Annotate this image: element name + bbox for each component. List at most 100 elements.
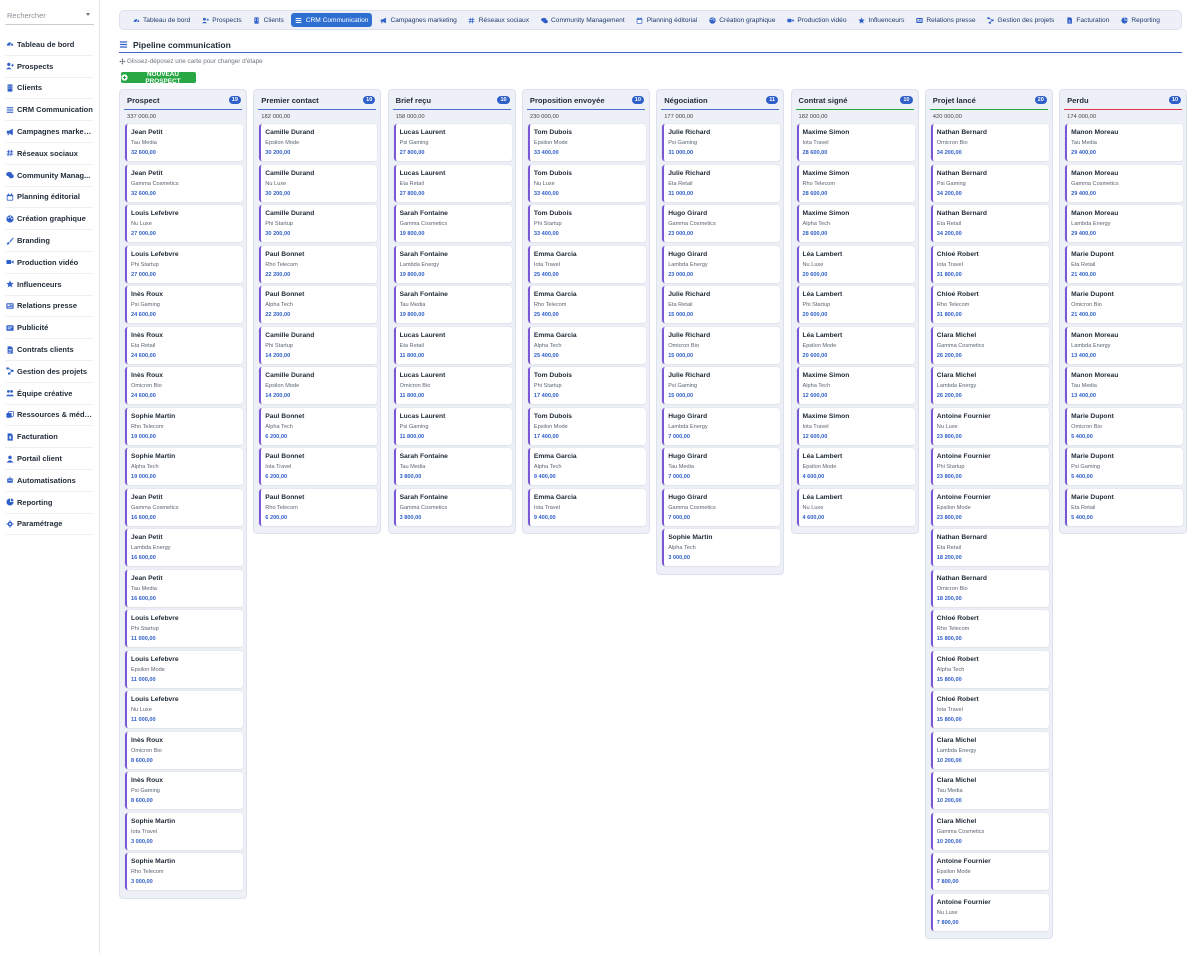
- prospect-card[interactable]: Jean Petit Tau Media 32 600,00: [125, 124, 243, 161]
- prospect-card[interactable]: Hugo Girard Gamma Cosmetics 23 000,00: [662, 205, 781, 242]
- prospect-card[interactable]: Manon Moreau Tau Media 29 400,00: [1065, 124, 1184, 161]
- tab-relations-presse[interactable]: Relations presse: [911, 13, 979, 27]
- prospect-card[interactable]: Clara Michel Lambda Energy 26 200,00: [930, 367, 1049, 404]
- sidebar-item-planning-editorial[interactable]: Planning éditorial: [5, 187, 93, 209]
- prospect-card[interactable]: Manon Moreau Gamma Cosmetics 29 400,00: [1065, 164, 1184, 202]
- prospect-card[interactable]: Camille Durand Epsilon Mode 14 200,00: [259, 367, 378, 404]
- prospect-card[interactable]: Marie Dupont Omicron Bio 21 400,00: [1065, 286, 1184, 323]
- prospect-card[interactable]: Antoine Fournier Epsilon Mode 23 800,00: [930, 488, 1049, 526]
- sidebar-item-reseaux-sociaux[interactable]: Réseaux sociaux: [5, 143, 93, 165]
- prospect-card[interactable]: Julie Richard Psi Gaming 31 000,00: [662, 124, 781, 161]
- prospect-card[interactable]: Léa Lambert Nu Luxe 20 600,00: [796, 245, 915, 283]
- sidebar-item-crm-communication[interactable]: CRM Communication: [5, 99, 93, 122]
- sidebar-item-reporting[interactable]: Reporting: [5, 492, 93, 514]
- sidebar-item-gestion-des-projets[interactable]: Gestion des projets: [5, 361, 93, 383]
- prospect-card[interactable]: Nathan Bernard Psi Gaming 34 200,00: [930, 164, 1049, 202]
- prospect-card[interactable]: Maxime Simon Iota Travel 28 600,00: [796, 124, 915, 161]
- prospect-card[interactable]: Tom Dubois Phi Startup 33 400,00: [527, 205, 646, 242]
- prospect-card[interactable]: Manon Moreau Lambda Energy 13 400,00: [1065, 326, 1184, 364]
- sidebar-item-production-video[interactable]: Production vidéo: [5, 252, 93, 274]
- prospect-card[interactable]: Sarah Fontaine Lambda Energy 19 800,00: [393, 245, 512, 283]
- sidebar-item-influenceurs[interactable]: Influenceurs: [5, 274, 93, 296]
- sidebar-item-portail-client[interactable]: Portail client: [5, 448, 93, 470]
- tab-influenceurs[interactable]: Influenceurs: [854, 13, 909, 27]
- prospect-card[interactable]: Sarah Fontaine Gamma Cosmetics 19 800,00: [393, 205, 512, 242]
- sidebar-item-publicite[interactable]: Publicité: [5, 317, 93, 340]
- prospect-card[interactable]: Emma Garcia Alpha Tech 9 400,00: [527, 448, 646, 485]
- prospect-card[interactable]: Louis Lefebvre Nu Luxe 11 000,00: [125, 691, 243, 728]
- prospect-card[interactable]: Marie Dupont Eta Retail 5 400,00: [1065, 488, 1184, 526]
- sidebar-item-prospects[interactable]: Prospects: [5, 56, 93, 78]
- prospect-card[interactable]: Marie Dupont Psi Gaming 5 400,00: [1065, 448, 1184, 485]
- prospect-card[interactable]: Léa Lambert Epsilon Mode 4 600,00: [796, 448, 915, 485]
- new-prospect-button[interactable]: NOUVEAU PROSPECT: [121, 71, 196, 85]
- tab-planning-editorial[interactable]: Planning éditorial: [632, 13, 702, 27]
- tab-community-management[interactable]: Community Management: [536, 13, 629, 27]
- prospect-card[interactable]: Jean Petit Tau Media 16 600,00: [125, 569, 243, 607]
- prospect-card[interactable]: Lucas Laurent Omicron Bio 11 800,00: [393, 367, 512, 404]
- sidebar-item-equipe-creative[interactable]: Équipe créative: [5, 383, 93, 405]
- tab-reporting[interactable]: Reporting: [1116, 13, 1164, 27]
- prospect-card[interactable]: Antoine Fournier Phi Startup 23 800,00: [930, 448, 1049, 485]
- prospect-card[interactable]: Julie Richard Eta Retail 15 000,00: [662, 286, 781, 323]
- prospect-card[interactable]: Louis Lefebvre Phi Startup 27 000,00: [125, 245, 243, 283]
- prospect-card[interactable]: Jean Petit Gamma Cosmetics 16 600,00: [125, 488, 243, 526]
- prospect-card[interactable]: Paul Bonnet Alpha Tech 22 200,00: [259, 286, 378, 323]
- prospect-card[interactable]: Inès Roux Omicron Bio 24 600,00: [125, 367, 243, 404]
- prospect-card[interactable]: Paul Bonnet Rho Telecom 6 200,00: [259, 488, 378, 526]
- sidebar-item-facturation[interactable]: $ Facturation: [5, 426, 93, 449]
- prospect-card[interactable]: Clara Michel Gamma Cosmetics 10 200,00: [930, 812, 1049, 850]
- prospect-card[interactable]: Antoine Fournier Epsilon Mode 7 800,00: [930, 853, 1049, 890]
- sidebar-item-ressources-medias[interactable]: Ressources & médias: [5, 405, 93, 427]
- prospect-card[interactable]: Clara Michel Tau Media 10 200,00: [930, 772, 1049, 809]
- prospect-card[interactable]: Emma Garcia Rho Telecom 25 400,00: [527, 286, 646, 323]
- prospect-card[interactable]: Maxime Simon Rho Telecom 28 600,00: [796, 164, 915, 202]
- prospect-card[interactable]: Sophie Martin Alpha Tech 19 000,00: [125, 448, 243, 485]
- prospect-card[interactable]: Sarah Fontaine Gamma Cosmetics 3 800,00: [393, 488, 512, 526]
- prospect-card[interactable]: Tom Dubois Epsilon Mode 17 400,00: [527, 407, 646, 445]
- prospect-card[interactable]: Maxime Simon Iota Travel 12 600,00: [796, 407, 915, 445]
- prospect-card[interactable]: Léa Lambert Epsilon Mode 20 600,00: [796, 326, 915, 364]
- prospect-card[interactable]: Nathan Bernard Omicron Bio 18 200,00: [930, 569, 1049, 607]
- tab-creation-graphique[interactable]: Création graphique: [704, 13, 779, 27]
- prospect-card[interactable]: Emma Garcia Iota Travel 25 400,00: [527, 245, 646, 283]
- prospect-card[interactable]: Lucas Laurent Eta Retail 27 800,00: [393, 164, 512, 202]
- prospect-card[interactable]: Tom Dubois Nu Luxe 33 400,00: [527, 164, 646, 202]
- prospect-card[interactable]: Sophie Martin Alpha Tech 3 000,00: [662, 529, 781, 566]
- prospect-card[interactable]: Sarah Fontaine Tau Media 3 800,00: [393, 448, 512, 485]
- prospect-card[interactable]: Emma Garcia Alpha Tech 25 400,00: [527, 326, 646, 364]
- prospect-card[interactable]: Camille Durand Epsilon Mode 30 200,00: [259, 124, 378, 161]
- sidebar-item-clients[interactable]: Clients: [5, 78, 93, 100]
- sidebar-item-branding[interactable]: Branding: [5, 230, 93, 252]
- prospect-card[interactable]: Maxime Simon Alpha Tech 28 600,00: [796, 205, 915, 242]
- sidebar-item-parametrage[interactable]: Paramétrage: [5, 514, 93, 536]
- tab-production-video[interactable]: Production vidéo: [782, 13, 850, 27]
- prospect-card[interactable]: Inès Roux Eta Retail 24 600,00: [125, 326, 243, 364]
- prospect-card[interactable]: Manon Moreau Tau Media 13 400,00: [1065, 367, 1184, 404]
- prospect-card[interactable]: Clara Michel Gamma Cosmetics 26 200,00: [930, 326, 1049, 364]
- prospect-card[interactable]: Clara Michel Lambda Energy 10 200,00: [930, 731, 1049, 769]
- prospect-card[interactable]: Louis Lefebvre Nu Luxe 27 000,00: [125, 205, 243, 242]
- prospect-card[interactable]: Hugo Girard Tau Media 7 000,00: [662, 448, 781, 485]
- prospect-card[interactable]: Sarah Fontaine Tau Media 19 800,00: [393, 286, 512, 323]
- prospect-card[interactable]: Marie Dupont Omicron Bio 5 400,00: [1065, 407, 1184, 445]
- prospect-card[interactable]: Sophie Martin Iota Travel 3 000,00: [125, 812, 243, 850]
- prospect-card[interactable]: Chloé Robert Iota Travel 15 800,00: [930, 691, 1049, 728]
- prospect-card[interactable]: Lucas Laurent Psi Gaming 27 800,00: [393, 124, 512, 161]
- sidebar-item-automatisations[interactable]: Automatisations: [5, 470, 93, 492]
- prospect-card[interactable]: Chloé Robert Iota Travel 31 800,00: [930, 245, 1049, 283]
- prospect-card[interactable]: Nathan Bernard Eta Retail 18 200,00: [930, 529, 1049, 566]
- prospect-card[interactable]: Maxime Simon Alpha Tech 12 600,00: [796, 367, 915, 404]
- tab-campagnes-marketing[interactable]: Campagnes marketing: [375, 13, 460, 27]
- tab-gestion-des-projets[interactable]: Gestion des projets: [983, 13, 1059, 27]
- prospect-card[interactable]: Inès Roux Omicron Bio 8 600,00: [125, 731, 243, 769]
- prospect-card[interactable]: Hugo Girard Lambda Energy 7 000,00: [662, 407, 781, 445]
- prospect-card[interactable]: Paul Bonnet Rho Telecom 22 200,00: [259, 245, 378, 283]
- prospect-card[interactable]: Camille Durand Nu Luxe 30 200,00: [259, 164, 378, 202]
- prospect-card[interactable]: Nathan Bernard Omicron Bio 34 200,00: [930, 124, 1049, 161]
- prospect-card[interactable]: Léa Lambert Nu Luxe 4 600,00: [796, 488, 915, 526]
- prospect-card[interactable]: Jean Petit Lambda Energy 16 600,00: [125, 529, 243, 566]
- prospect-card[interactable]: Louis Lefebvre Epsilon Mode 11 000,00: [125, 650, 243, 688]
- prospect-card[interactable]: Paul Bonnet Alpha Tech 6 200,00: [259, 407, 378, 445]
- prospect-card[interactable]: Emma Garcia Iota Travel 9 400,00: [527, 488, 646, 526]
